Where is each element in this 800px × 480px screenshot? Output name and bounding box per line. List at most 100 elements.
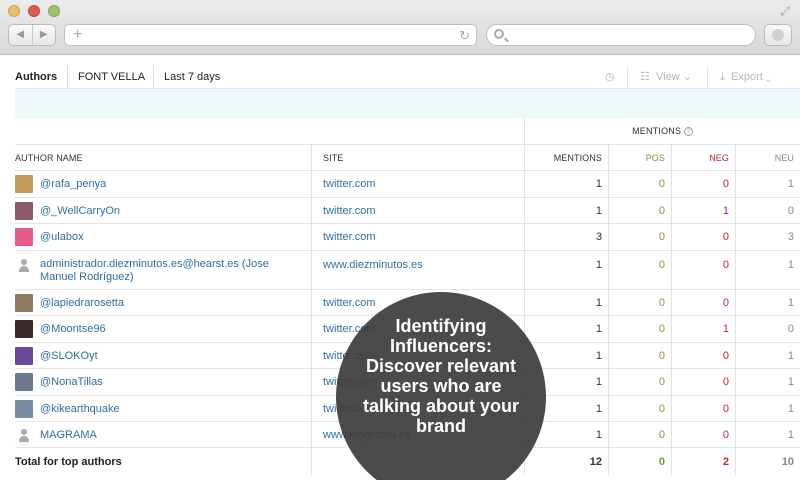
add-bookmark-icon[interactable]: + (73, 26, 82, 44)
history-nav: ◀ ▶ (8, 24, 56, 46)
avatar (15, 320, 33, 338)
pos-count: 0 (608, 251, 671, 289)
author-cell: @NonaTillas (15, 369, 311, 395)
author-link[interactable]: administrador.diezminutos.es@hearst.es (… (40, 258, 300, 284)
neu-count: 1 (735, 171, 800, 197)
reload-icon[interactable]: ↻ (459, 27, 470, 45)
site-link[interactable]: www.diezminutos.es (311, 251, 524, 289)
neg-count: 1 (671, 316, 735, 342)
tab-authors[interactable]: Authors (15, 66, 67, 88)
author-link[interactable]: MAGRAMA (40, 429, 97, 441)
author-link[interactable]: @lapiedrarosetta (40, 297, 124, 309)
feature-callout-text: Identifying Influencers: Discover releva… (362, 316, 519, 436)
neu-count: 1 (735, 422, 800, 448)
column-header-author[interactable]: AUTHOR NAME (15, 145, 311, 170)
author-link[interactable]: @SLOKOyt (40, 350, 98, 362)
column-header-site[interactable]: SITE (311, 145, 524, 170)
author-link[interactable]: @rafa_penya (40, 178, 106, 190)
author-link[interactable]: @NonaTillas (40, 376, 103, 388)
column-header-pos[interactable]: POS (608, 145, 671, 170)
export-menu-button[interactable]: ⤓ Export ⌄ (707, 66, 771, 88)
avatar (15, 346, 33, 365)
neu-count: 1 (735, 343, 800, 368)
neu-count: 1 (735, 369, 800, 395)
site-link[interactable]: twitter.com (311, 198, 524, 223)
chevron-down-icon: ⌄ (765, 71, 772, 83)
neg-count: 0 (671, 224, 735, 250)
neg-count: 0 (671, 396, 735, 421)
neg-count: 0 (671, 343, 735, 368)
pos-count: 0 (608, 422, 671, 448)
neu-count: 1 (735, 290, 800, 315)
view-menu-button[interactable]: ☷ View ⌄ (627, 66, 692, 88)
neu-count: 0 (735, 316, 800, 342)
total-label: Total for top authors (15, 455, 122, 468)
mentions-group-header: MENTIONS ? (524, 118, 800, 144)
total-neg: 2 (671, 448, 735, 475)
clock-icon[interactable]: ◷ (605, 66, 615, 88)
mentions-count: 1 (524, 316, 608, 342)
total-pos: 0 (608, 448, 671, 475)
minimize-window-button[interactable] (28, 5, 40, 17)
pos-count: 0 (608, 369, 671, 395)
neu-count: 0 (735, 198, 800, 223)
author-link[interactable]: @_WellCarryOn (40, 205, 120, 217)
tabs-button[interactable] (764, 24, 792, 46)
column-header-neg[interactable]: NEG (671, 145, 735, 170)
author-link[interactable]: @Moontse96 (40, 323, 106, 335)
neu-count: 3 (735, 224, 800, 250)
neg-count: 0 (671, 422, 735, 448)
list-icon: ☷ (640, 71, 650, 83)
pos-count: 0 (608, 290, 671, 315)
neg-count: 0 (671, 251, 735, 289)
total-mentions: 12 (524, 448, 608, 475)
report-toolbar: Authors FONT VELLA Last 7 days ◷ ☷ View … (15, 66, 800, 88)
browser-chrome: ⤢ ◀ ▶ + ↻ (0, 0, 800, 55)
table-header-row: AUTHOR NAME SITE MENTIONS POS NEG NEU (15, 145, 800, 170)
total-neu: 10 (735, 448, 800, 475)
export-label: Export (731, 71, 763, 83)
avatar (15, 175, 33, 193)
site-link[interactable]: twitter.com (311, 171, 524, 197)
close-window-button[interactable] (8, 5, 20, 17)
forward-arrow-icon[interactable]: ▶ (33, 25, 56, 45)
browser-search-input[interactable] (486, 24, 756, 46)
maximize-window-button[interactable] (48, 5, 60, 17)
author-cell: @kikearthquake (15, 396, 311, 421)
back-arrow-icon[interactable]: ◀ (9, 25, 33, 45)
info-banner (15, 88, 800, 118)
mentions-count: 1 (524, 198, 608, 223)
pos-count: 0 (608, 224, 671, 250)
author-link[interactable]: @ulabox (40, 231, 84, 243)
author-cell: MAGRAMA (15, 422, 311, 448)
view-label: View (656, 71, 680, 83)
download-icon: ⤓ (720, 71, 725, 83)
fullscreen-icon[interactable]: ⤢ (778, 4, 792, 18)
address-bar[interactable]: + ↻ (64, 24, 477, 46)
author-link[interactable]: @kikearthquake (40, 403, 120, 415)
search-icon (494, 29, 504, 39)
author-cell: @SLOKOyt (15, 343, 311, 368)
default-avatar-icon (15, 256, 33, 274)
column-header-neu[interactable]: NEU (735, 145, 800, 170)
info-icon[interactable]: ? (683, 127, 693, 136)
site-link[interactable]: twitter.com (311, 224, 524, 250)
feature-callout: Identifying Influencers: Discover releva… (336, 292, 546, 480)
tab-brand-font-vella[interactable]: FONT VELLA (67, 66, 155, 88)
pos-count: 0 (608, 343, 671, 368)
avatar (15, 201, 33, 220)
column-header-mentions[interactable]: MENTIONS (524, 145, 608, 170)
neg-count: 0 (671, 369, 735, 395)
date-range-selector[interactable]: Last 7 days (153, 66, 230, 88)
author-cell: @rafa_penya (15, 171, 311, 197)
avatar (15, 293, 33, 312)
avatar (15, 373, 33, 391)
mentions-count: 1 (524, 171, 608, 197)
author-cell: administrador.diezminutos.es@hearst.es (… (15, 251, 311, 289)
neu-count: 1 (735, 251, 800, 289)
mentions-count: 3 (524, 224, 608, 250)
table-row: @ulabox twitter.com 3 0 0 3 (15, 224, 800, 250)
author-cell: @ulabox (15, 224, 311, 250)
mentions-count: 1 (524, 251, 608, 289)
table-row: @_WellCarryOn twitter.com 1 0 1 0 (15, 198, 800, 223)
